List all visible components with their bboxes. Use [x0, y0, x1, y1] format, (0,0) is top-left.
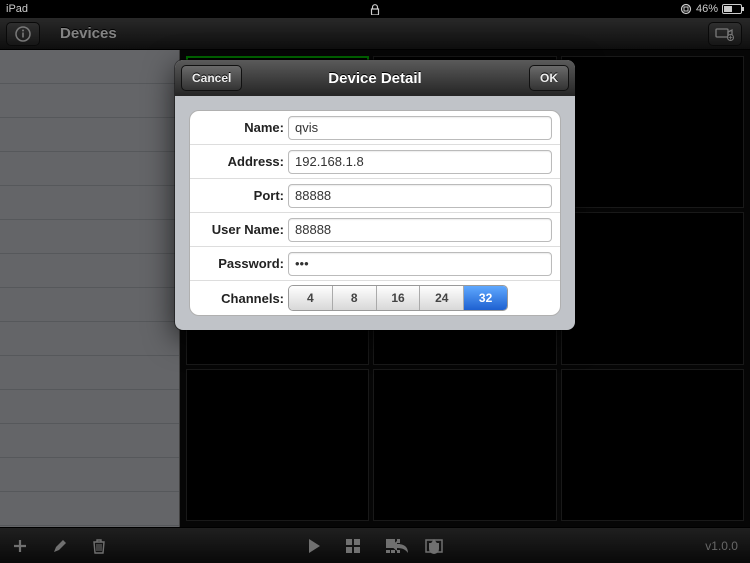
lock-icon [371, 4, 380, 15]
battery-icon [722, 4, 744, 14]
form-group: Name: Address: Port: User Name: Password… [189, 110, 561, 316]
channels-option-32[interactable]: 32 [464, 286, 507, 310]
password-input[interactable] [288, 252, 552, 276]
address-label: Address: [198, 154, 288, 169]
username-input[interactable] [288, 218, 552, 242]
status-device: iPad [6, 3, 28, 15]
channels-label: Channels: [198, 291, 288, 306]
name-input[interactable] [288, 116, 552, 140]
port-input[interactable] [288, 184, 552, 208]
password-label: Password: [198, 256, 288, 271]
channels-segmented[interactable]: 48162432 [288, 285, 508, 311]
ipad-status-bar: iPad 46% [0, 0, 750, 18]
channels-option-24[interactable]: 24 [420, 286, 464, 310]
channels-option-8[interactable]: 8 [333, 286, 377, 310]
device-detail-modal: Cancel Device Detail OK Name: Address: P… [175, 60, 575, 330]
address-input[interactable] [288, 150, 552, 174]
battery-text: 46% [696, 3, 718, 15]
ok-button[interactable]: OK [529, 65, 569, 91]
modal-title: Device Detail [328, 70, 421, 87]
channels-option-16[interactable]: 16 [377, 286, 421, 310]
cancel-button[interactable]: Cancel [181, 65, 242, 91]
channels-option-4[interactable]: 4 [289, 286, 333, 310]
modal-header: Cancel Device Detail OK [175, 60, 575, 96]
port-label: Port: [198, 188, 288, 203]
rotation-lock-icon [680, 3, 692, 15]
username-label: User Name: [198, 222, 288, 237]
name-label: Name: [198, 120, 288, 135]
